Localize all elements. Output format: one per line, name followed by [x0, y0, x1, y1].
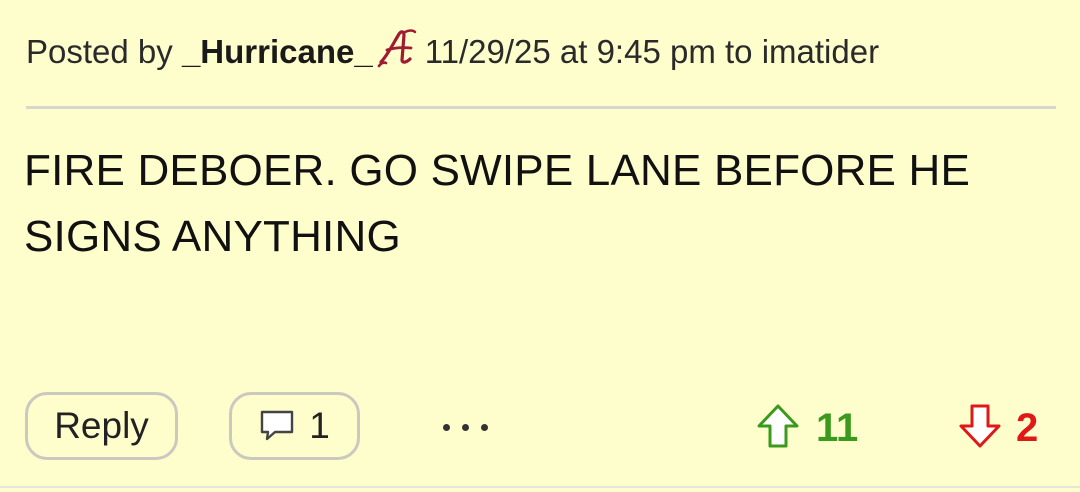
upvote-button[interactable]: 11 [756, 400, 858, 456]
speech-bubble-icon [259, 409, 295, 443]
forum-post: Posted by _Hurricane_ 11/29/25 at 9:45 p… [0, 0, 1080, 492]
up-arrow-icon [756, 403, 800, 454]
reply-to-username[interactable]: imatider [762, 30, 879, 74]
comments-button[interactable]: 1 [229, 392, 360, 460]
reply-button[interactable]: Reply [25, 392, 178, 460]
downvote-count: 2 [1016, 405, 1039, 450]
downvote-button[interactable]: 2 [958, 400, 1038, 456]
alabama-script-a-icon [375, 26, 419, 70]
post-body-line: SIGNS ANYTHING [24, 212, 401, 261]
down-arrow-icon [958, 403, 1002, 454]
post-meta: Posted by _Hurricane_ 11/29/25 at 9:45 p… [26, 29, 879, 74]
post-bottom-border [0, 486, 1080, 488]
reply-button-label: Reply [54, 405, 149, 446]
upvote-count: 11 [816, 405, 859, 450]
comments-count: 1 [309, 405, 330, 446]
ellipsis-icon-dot [461, 423, 469, 431]
post-body: FIRE DEBOER. GO SWIPE LANE BEFORE HE SIG… [24, 138, 1034, 270]
posted-by-label: Posted by [26, 33, 173, 70]
more-options-button[interactable] [428, 402, 502, 452]
author-username[interactable]: _Hurricane_ [182, 30, 373, 74]
post-body-line: FIRE DEBOER. GO SWIPE LANE BEFORE HE [24, 146, 971, 195]
ellipsis-icon-dot [480, 423, 488, 431]
ellipsis-icon-dot [442, 423, 450, 431]
post-timestamp: 11/29/25 at 9:45 pm [424, 33, 716, 70]
meta-divider [26, 106, 1056, 109]
to-label: to [724, 33, 753, 70]
